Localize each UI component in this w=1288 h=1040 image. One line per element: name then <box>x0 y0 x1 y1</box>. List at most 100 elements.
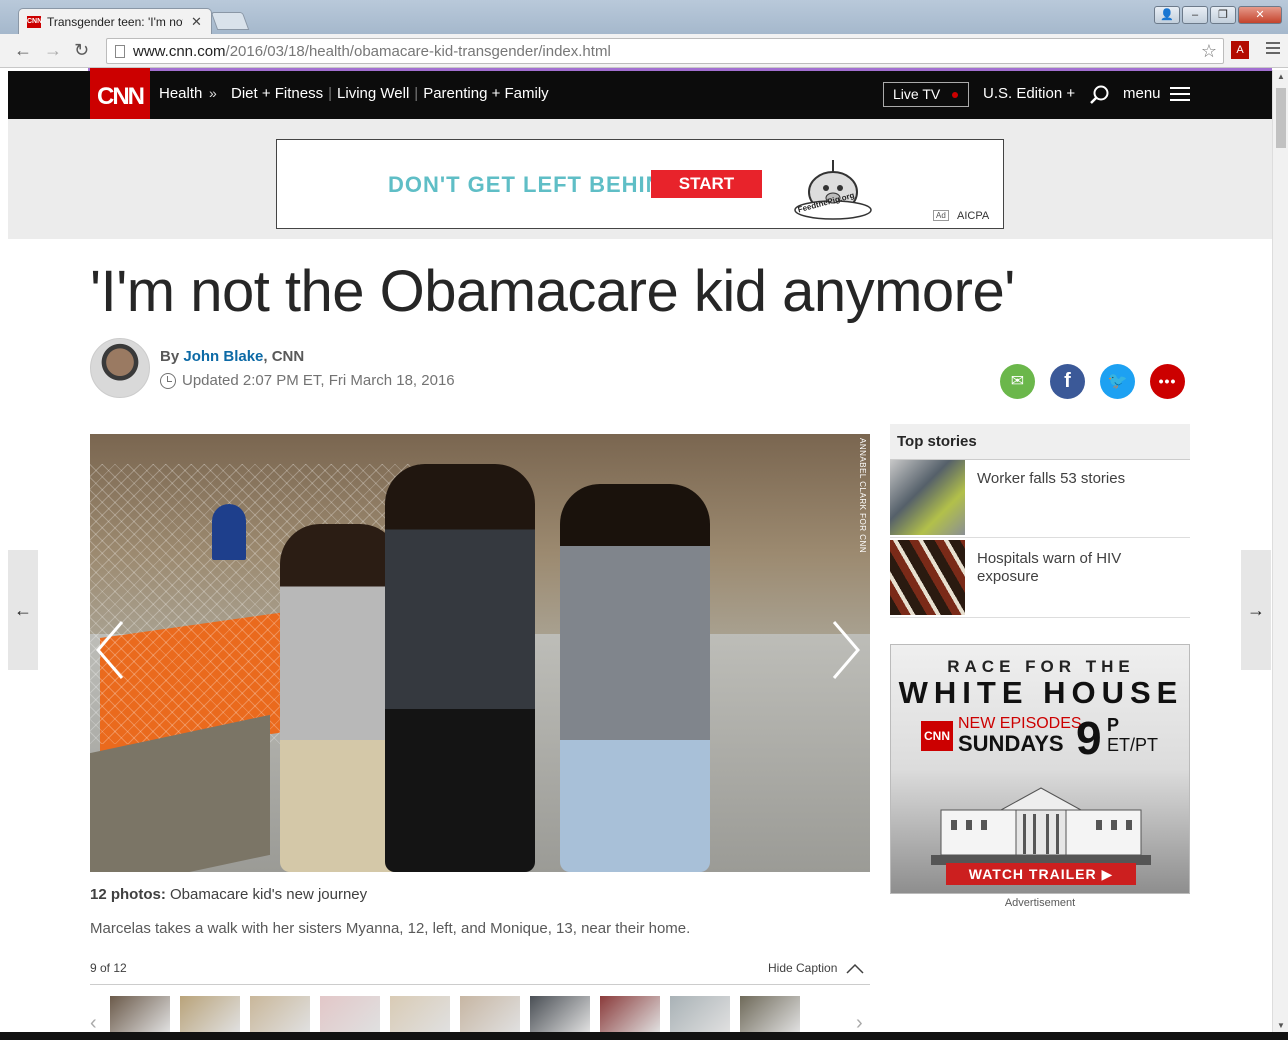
ad-line-1: RACE FOR THE <box>947 657 1135 676</box>
author-avatar[interactable] <box>90 338 150 398</box>
watch-trailer-button[interactable]: WATCH TRAILER ▶ <box>946 863 1136 885</box>
nav-link-living-well[interactable]: Living Well <box>332 85 414 102</box>
ad-time: 9 <box>1076 712 1102 764</box>
reload-icon[interactable]: ↻ <box>74 40 89 61</box>
prev-article-arrow-icon[interactable]: ← <box>8 550 38 670</box>
edition-selector[interactable]: U.S. Edition + <box>983 85 1075 102</box>
byline: By John Blake, CNN <box>160 348 304 365</box>
banner-ad[interactable]: DON'T GET LEFT BEHIND. START SAVING Feed… <box>276 139 1004 229</box>
updated-text: Updated 2:07 PM ET, Fri March 18, 2016 <box>182 372 455 389</box>
gallery-thumbnail[interactable] <box>390 996 450 1032</box>
tab-close-icon[interactable]: ✕ <box>191 14 202 30</box>
top-ad-strip: DON'T GET LEFT BEHIND. START SAVING Feed… <box>8 119 1272 239</box>
story-title[interactable]: Worker falls 53 stories <box>977 470 1177 488</box>
live-dot-icon <box>952 92 958 98</box>
nav-separator: » <box>209 85 217 101</box>
ad-zone: ET/PT <box>1107 735 1159 755</box>
article-headline: 'I'm not the Obamacare kid anymore' <box>90 259 1015 324</box>
ad-line-2: WHITE HOUSE <box>898 675 1184 710</box>
new-tab-button[interactable] <box>210 12 250 30</box>
menu-label[interactable]: menu <box>1123 85 1161 102</box>
byline-prefix: By <box>160 348 180 365</box>
gallery-thumbnail[interactable] <box>600 996 660 1032</box>
photo-person-left <box>280 524 400 872</box>
twitter-share-icon[interactable]: 🐦 <box>1100 364 1135 399</box>
sidebar-ad[interactable]: RACE FOR THE WHITE HOUSE CNN NEW EPISODE… <box>890 644 1190 894</box>
gallery-position: 9 of 12 <box>90 961 127 975</box>
scroll-down-icon[interactable]: ▼ <box>1277 1021 1285 1030</box>
scroll-up-icon[interactable]: ▲ <box>1277 72 1285 81</box>
gallery-count: 12 photos: <box>90 886 166 903</box>
page-icon <box>115 44 125 58</box>
white-house-illustration <box>931 787 1151 865</box>
live-tv-button[interactable]: Live TV <box>883 82 969 107</box>
top-stories-label: Top stories <box>897 433 977 450</box>
gallery-thumbnail[interactable] <box>460 996 520 1032</box>
byline-source: , CNN <box>263 348 305 365</box>
gallery-next-arrow-icon[interactable] <box>830 620 862 680</box>
gallery-title-text: Obamacare kid's new journey <box>170 886 368 903</box>
forward-arrow-icon[interactable]: → <box>44 40 62 61</box>
taskbar-edge <box>0 1032 1288 1040</box>
page-scrollbar[interactable]: ▲ ▼ <box>1272 70 1288 1032</box>
gallery-prev-arrow-icon[interactable] <box>94 620 126 680</box>
facebook-share-icon[interactable]: f <box>1050 364 1085 399</box>
user-icon[interactable]: 👤 <box>1154 6 1180 24</box>
bookmark-star-icon[interactable]: ☆ <box>1201 41 1217 62</box>
advertisement-label: Advertisement <box>1004 897 1076 909</box>
hamburger-icon[interactable] <box>1170 87 1190 105</box>
author-link[interactable]: John Blake <box>183 348 263 365</box>
ad-time-suffix: P <box>1107 715 1120 735</box>
nav-section-health[interactable]: Health <box>159 85 202 102</box>
search-icon[interactable] <box>1088 84 1110 106</box>
nav-link-parenting-family[interactable]: Parenting + Family <box>418 85 553 102</box>
story-title[interactable]: Hospitals warn of HIV exposure <box>977 550 1177 586</box>
nav-links: Diet + Fitness | Living Well | Parenting… <box>226 85 554 102</box>
gallery-thumbnail[interactable] <box>530 996 590 1032</box>
next-article-arrow-icon[interactable]: → <box>1241 550 1271 670</box>
pdf-extension-icon[interactable]: A <box>1231 41 1249 59</box>
hide-caption-button[interactable]: Hide Caption <box>768 961 865 975</box>
window-controls: 👤 ‒ ❐ ✕ <box>1154 6 1282 24</box>
url-path: /2016/03/18/health/obamacare-kid-transge… <box>225 42 611 60</box>
minimize-button[interactable]: ‒ <box>1182 6 1208 24</box>
live-tv-label: Live TV <box>893 86 941 102</box>
browser-titlebar: CNN Transgender teen: 'I'm not ✕ 👤 ‒ ❐ ✕ <box>0 0 1288 34</box>
ad-brand: AICPA <box>957 210 990 222</box>
back-arrow-icon[interactable]: ← <box>14 40 32 61</box>
maximize-button[interactable]: ❐ <box>1210 6 1236 24</box>
photo-person-center <box>385 464 535 872</box>
story-thumbnail[interactable] <box>890 540 965 615</box>
ad-day: SUNDAYS <box>958 731 1064 756</box>
thumbnail-strip: ‹ › <box>90 996 870 1034</box>
ad-choices-icon[interactable]: Ad <box>933 210 949 221</box>
close-window-button[interactable]: ✕ <box>1238 6 1282 24</box>
browser-menu-icon[interactable] <box>1266 42 1280 57</box>
story-thumbnail[interactable] <box>890 460 965 535</box>
photo-credit: ANNABEL CLARK FOR CNN <box>858 438 867 554</box>
gallery-thumbnail[interactable] <box>250 996 310 1032</box>
chevron-up-icon <box>846 963 864 974</box>
ad-cta-button[interactable]: START SAVING <box>651 170 762 221</box>
address-bar[interactable]: www.cnn.com/2016/03/18/health/obamacare-… <box>106 38 1224 64</box>
email-share-icon[interactable]: ✉ <box>1000 364 1035 399</box>
nav-link-diet-fitness[interactable]: Diet + Fitness <box>226 85 328 102</box>
gallery-thumbnail[interactable] <box>180 996 240 1032</box>
gallery-photo[interactable]: ANNABEL CLARK FOR CNN <box>90 434 870 872</box>
gallery-thumbnail[interactable] <box>670 996 730 1032</box>
top-stories-header: Top stories <box>890 424 1190 460</box>
story-item[interactable]: Worker falls 53 stories <box>890 460 1190 538</box>
photo-sign <box>212 504 246 560</box>
gallery-thumbnail[interactable] <box>320 996 380 1032</box>
gallery-caption: Marcelas takes a walk with her sisters M… <box>90 920 691 937</box>
browser-tab[interactable]: CNN Transgender teen: 'I'm not ✕ <box>18 8 212 34</box>
page-left-frame <box>0 68 8 1032</box>
clock-icon <box>160 372 176 389</box>
story-item[interactable]: Hospitals warn of HIV exposure <box>890 540 1190 618</box>
gallery-divider <box>90 984 870 985</box>
more-share-icon[interactable]: ••• <box>1150 364 1185 399</box>
gallery-thumbnail[interactable] <box>740 996 800 1032</box>
gallery-thumbnail[interactable] <box>110 996 170 1032</box>
ad-cnn-logo: CNN <box>921 721 953 751</box>
scrollbar-thumb[interactable] <box>1276 88 1286 148</box>
